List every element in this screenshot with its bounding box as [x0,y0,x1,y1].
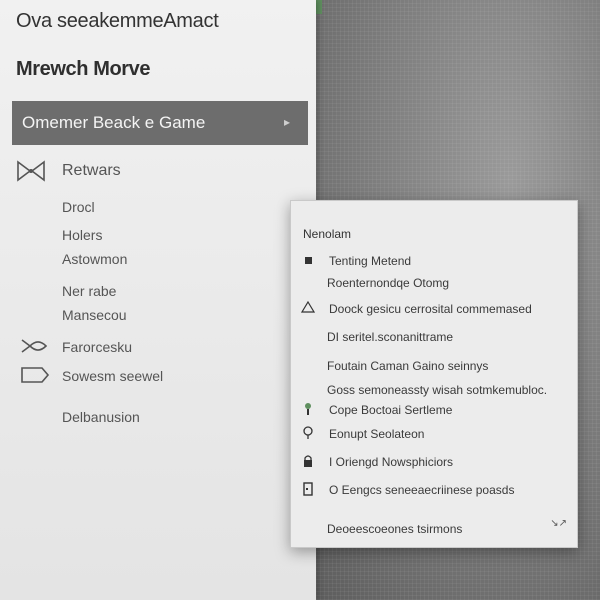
menu-item[interactable]: Deoeescoeones tsirmons [291,519,577,541]
menu-item[interactable]: Roenternondqe Otomg [291,273,577,295]
menu-item-label: Roenternondqe Otomg [327,276,450,290]
menu-item-label: I Oriengd Nowsphiciors [329,455,454,469]
chevron-right-icon: ▸ [283,115,290,129]
menu-item-label: Tenting Metend [329,254,412,268]
sidebar-section-title: Mrewch Morve [16,58,151,80]
menu-item-label: Doock gesicu cerrosital commemased [329,302,532,316]
menu-item-label: Eonupt Seolateon [329,427,425,441]
window-title: Ova seeakemmeAmact [16,10,219,32]
menu-item[interactable]: Doock gesicu cerrosital commemased [291,299,577,321]
sidebar-item-retwars[interactable]: Retwars [62,162,121,180]
menu-item-label: Deoeescoeones tsirmons [327,522,463,536]
bowtie-icon [16,160,46,187]
menu-item-label: DI seritel.sconanittrame [327,330,454,344]
menu-item-label: Cope Boctoai Sertleme [329,403,453,417]
sidebar-item-delbanusion[interactable]: Delbanusion [62,409,140,425]
sidebar-item-ner-rabe[interactable]: Ner rabe [62,283,116,299]
pin-icon [301,402,315,419]
location-pin-icon [301,426,315,443]
menu-item[interactable]: O Eengcs seneeaecriinese poasds [291,480,577,502]
menu-item[interactable]: Eonupt Seolateon [291,424,577,446]
tag-icon [20,366,50,389]
sidebar-item-farorcesku[interactable]: Farorcesku [62,339,132,355]
context-menu: Nenolam Tenting Metend Roenternondqe Oto… [290,200,578,548]
menu-item[interactable]: Tenting Metend [291,251,577,273]
square-icon [301,253,315,267]
fish-icon [20,338,48,359]
sidebar-item-mansecou[interactable]: Mansecou [62,307,127,323]
sidebar: Ova seeakemmeAmact Mrewch Morve Omemer B… [0,0,316,600]
menu-item-label: Foutain Caman Gaino seinnys [327,359,489,373]
door-icon [301,482,315,499]
menu-item[interactable]: Cope Boctoai Sertleme [291,400,577,422]
sidebar-item-holers[interactable]: Holers [62,227,102,243]
menu-header: Nenolam [303,227,352,241]
sidebar-item-sowesm-seewel[interactable]: Sowesm seewel [62,368,163,384]
sidebar-item-astowmon[interactable]: Astowmon [62,251,127,267]
lock-icon [301,454,315,471]
menu-item[interactable]: Foutain Caman Gaino seinnys [291,356,577,378]
sidebar-item-drocl[interactable]: Drocl [62,199,95,215]
warning-triangle-icon [300,300,316,316]
menu-item[interactable]: DI seritel.sconanittrame [291,327,577,349]
menu-item-label: Goss semoneassty wisah sotmkemubloc. [327,383,548,397]
menu-item[interactable]: I Oriengd Nowsphiciors [291,452,577,474]
accent-strip [316,0,322,14]
sidebar-selected-label: Omemer Beack e Game [22,113,206,132]
resize-grip-icon[interactable]: ↘↗ [550,518,567,529]
menu-item-label: O Eengcs seneeaecriinese poasds [329,483,515,497]
menu-item[interactable]: Goss semoneassty wisah sotmkemubloc. [291,380,577,402]
sidebar-selected-item[interactable]: Omemer Beack e Game ▸ [12,101,308,145]
